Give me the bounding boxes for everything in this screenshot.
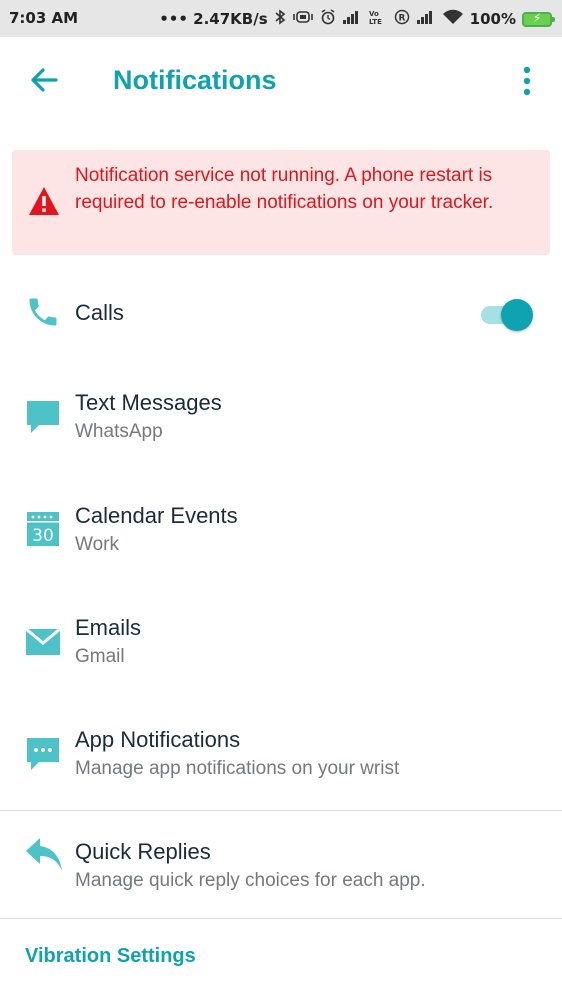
text-messages-row[interactable]: Text Messages WhatsApp bbox=[0, 385, 562, 455]
quick-replies-row[interactable]: Quick Replies Manage quick reply choices… bbox=[0, 834, 562, 904]
wifi-icon bbox=[442, 9, 464, 29]
calls-title: Calls bbox=[75, 300, 124, 325]
calendar-icon: 30 bbox=[25, 510, 61, 546]
emails-subtitle: Gmail bbox=[75, 646, 125, 667]
signal-icon bbox=[342, 10, 362, 28]
calendar-events-row[interactable]: 30 Calendar Events Work bbox=[0, 498, 562, 568]
battery-percent: 100% bbox=[469, 10, 516, 28]
page-title: Notifications bbox=[113, 65, 277, 95]
svg-text:R: R bbox=[398, 14, 405, 24]
vibrate-icon bbox=[292, 10, 314, 28]
reply-icon bbox=[25, 836, 62, 872]
signal-icon-2 bbox=[416, 10, 436, 28]
bluetooth-icon bbox=[274, 9, 286, 29]
back-arrow-icon[interactable] bbox=[26, 62, 62, 98]
volte-icon: Vo LTE bbox=[368, 9, 388, 29]
vibration-settings-link[interactable]: Vibration Settings bbox=[25, 945, 196, 968]
text-messages-title: Text Messages bbox=[75, 390, 222, 415]
phone-icon bbox=[25, 294, 61, 330]
divider bbox=[0, 810, 562, 811]
roaming-icon: R bbox=[394, 9, 410, 29]
network-speed: ••• 2.47KB/s bbox=[159, 10, 268, 28]
calendar-events-title: Calendar Events bbox=[75, 503, 238, 528]
calls-row[interactable]: Calls bbox=[0, 290, 562, 340]
app-notifications-subtitle: Manage app notifications on your wrist bbox=[75, 758, 400, 779]
quick-replies-subtitle: Manage quick reply choices for each app. bbox=[75, 870, 426, 891]
status-icons: ••• 2.47KB/s Vo LTE R 100% ⚡ bbox=[159, 9, 555, 29]
status-bar: 7:03 AM ••• 2.47KB/s Vo LTE R 100% ⚡ bbox=[0, 0, 562, 37]
app-notification-icon bbox=[25, 736, 61, 772]
text-messages-subtitle: WhatsApp bbox=[75, 421, 163, 442]
app-notifications-title: App Notifications bbox=[75, 727, 241, 752]
app-notifications-row[interactable]: App Notifications Manage app notificatio… bbox=[0, 722, 562, 792]
svg-text:LTE: LTE bbox=[369, 18, 382, 25]
battery-icon: ⚡ bbox=[522, 11, 555, 27]
alarm-icon bbox=[320, 9, 336, 29]
warning-icon bbox=[28, 186, 60, 216]
emails-title: Emails bbox=[75, 615, 142, 640]
app-bar: Notifications bbox=[0, 37, 562, 127]
error-message: Notification service not running. A phon… bbox=[75, 165, 494, 213]
svg-text:30: 30 bbox=[32, 526, 54, 546]
calls-toggle[interactable] bbox=[481, 299, 533, 331]
calendar-events-subtitle: Work bbox=[75, 534, 119, 555]
overflow-menu-icon[interactable] bbox=[516, 65, 538, 99]
svg-text:Vo: Vo bbox=[369, 10, 379, 18]
quick-replies-title: Quick Replies bbox=[75, 839, 211, 864]
message-icon bbox=[25, 399, 61, 435]
status-time: 7:03 AM bbox=[9, 9, 79, 27]
divider bbox=[0, 918, 562, 919]
email-icon bbox=[25, 627, 61, 664]
toggle-knob bbox=[501, 299, 533, 331]
emails-row[interactable]: Emails Gmail bbox=[0, 610, 562, 680]
error-banner: Notification service not running. A phon… bbox=[12, 150, 550, 255]
